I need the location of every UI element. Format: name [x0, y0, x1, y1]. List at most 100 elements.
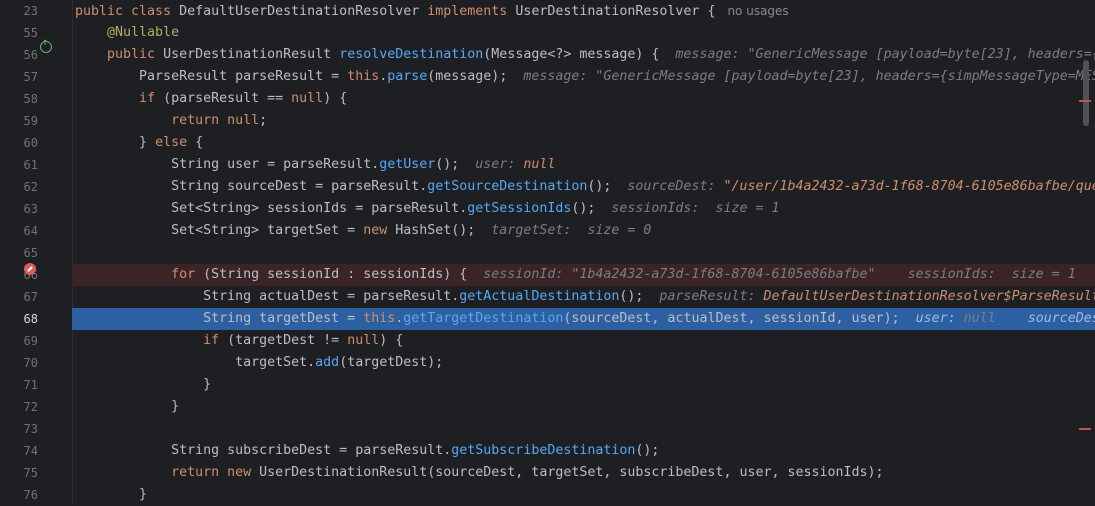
- code-token: getSourceDestination: [427, 179, 588, 194]
- code-line[interactable]: String sourceDest = parseResult.getSourc…: [72, 176, 1095, 198]
- code-line[interactable]: return new UserDestinationResult(sourceD…: [72, 462, 1095, 484]
- line-number[interactable]: 56: [0, 44, 38, 66]
- inline-debug-value[interactable]: parseResult: DefaultUserDestinationResol…: [659, 289, 1095, 304]
- code-line[interactable]: [72, 418, 1095, 440]
- inline-debug-value[interactable]: sourceDest: "/user/1b4a2432-a73d-1f68-87…: [627, 179, 1095, 194]
- line-number[interactable]: 63: [0, 198, 38, 220]
- code-line[interactable]: ParseResult parseResult = this.parse(mes…: [72, 66, 1095, 88]
- override-method-icon[interactable]: [40, 37, 52, 53]
- code-token: (message);: [427, 69, 508, 84]
- code-token: ) {: [323, 91, 348, 106]
- breakpoint-icon[interactable]: [24, 263, 36, 275]
- code-token: for: [75, 267, 204, 282]
- line-gutter[interactable]: 23 55 56 57 58 59 60 61 62 63 64 65 66 67 68 69 70 71 72 73…: [0, 0, 73, 504]
- code-line[interactable]: Set<String> targetSet = new HashSet(); ta…: [72, 220, 1095, 242]
- debug-value-part: null: [963, 311, 1028, 326]
- code-line[interactable]: } else {: [72, 132, 1095, 154]
- code-line[interactable]: @Nullable: [72, 22, 1095, 44]
- code-line[interactable]: return null;: [72, 110, 1095, 132]
- line-number[interactable]: 76: [0, 484, 38, 506]
- code-token: {: [195, 135, 204, 150]
- code-line[interactable]: public UserDestinationResult resolveDest…: [72, 44, 1095, 66]
- line-number[interactable]: 70: [0, 352, 38, 374]
- code-token: (targetDest);: [339, 355, 444, 370]
- line-number[interactable]: 57: [0, 66, 38, 88]
- code-token: implements: [427, 4, 516, 19]
- code-token: String user = parseResult.: [75, 157, 380, 172]
- code-line[interactable]: targetSet.add(targetDest);: [72, 352, 1095, 374]
- inline-debug-value[interactable]: user: null sourceDest: [916, 311, 1095, 326]
- code-area[interactable]: public class DefaultUserDestinationResol…: [72, 0, 1095, 504]
- code-token: ) {: [379, 333, 404, 348]
- line-number[interactable]: 61: [0, 154, 38, 176]
- code-line[interactable]: if (targetDest != null) {: [72, 330, 1095, 352]
- code-token: if: [75, 333, 228, 348]
- line-number[interactable]: 68: [0, 308, 38, 330]
- code-token: return new: [75, 465, 260, 480]
- code-token: }: [75, 135, 156, 150]
- line-number[interactable]: 55: [0, 22, 38, 44]
- code-token: (String sessionId : sessionIds) {: [203, 267, 468, 282]
- code-token: HashSet();: [395, 223, 476, 238]
- error-stripe-marker[interactable]: [1079, 428, 1091, 430]
- code-token: this: [347, 69, 380, 84]
- line-number[interactable]: 73: [0, 418, 38, 440]
- code-token: parse: [387, 69, 428, 84]
- debug-value-part: parseResult:: [659, 289, 764, 304]
- error-stripe-marker[interactable]: [1079, 100, 1091, 102]
- code-token: getActualDestination: [459, 289, 620, 304]
- usage-hint[interactable]: no usages: [727, 4, 788, 18]
- code-token: public class: [75, 4, 180, 19]
- debug-value-part: user:: [915, 311, 964, 326]
- line-number[interactable]: 58: [0, 88, 38, 110]
- inline-debug-value[interactable]: message: "GenericMessage [payload=byte[2…: [523, 69, 1095, 84]
- code-line[interactable]: String user = parseResult.getUser(); user…: [72, 154, 1095, 176]
- code-line[interactable]: String targetDest = this.getTargetDestin…: [72, 308, 1095, 330]
- inline-debug-value[interactable]: message: "GenericMessage [payload=byte[2…: [675, 47, 1095, 62]
- line-number[interactable]: 59: [0, 110, 38, 132]
- code-token: UserDestinationResult: [163, 47, 340, 62]
- code-line[interactable]: Set<String> sessionIds = parseResult.get…: [72, 198, 1095, 220]
- debug-value-part: "GenericMessage [payload=byte[23], heade…: [747, 47, 1095, 62]
- debug-value-part: size = 1: [715, 201, 780, 216]
- code-editor[interactable]: 23 55 56 57 58 59 60 61 62 63 64 65 66 67 68 69 70 71 72 73…: [0, 0, 1095, 504]
- line-number[interactable]: 74: [0, 440, 38, 462]
- code-token: ();: [571, 201, 596, 216]
- line-number[interactable]: 64: [0, 220, 38, 242]
- line-number[interactable]: 67: [0, 286, 38, 308]
- debug-value-part: size = 1: [1011, 267, 1076, 282]
- code-line[interactable]: [72, 242, 1095, 264]
- line-number[interactable]: 72: [0, 396, 38, 418]
- inline-debug-value[interactable]: user: null: [475, 157, 555, 172]
- inline-debug-value[interactable]: targetSet: size = 0: [491, 223, 651, 238]
- code-token: DefaultUserDestinationResolver: [179, 4, 428, 19]
- inline-debug-value[interactable]: sessionIds: size = 1: [611, 201, 779, 216]
- line-number[interactable]: 23: [0, 0, 38, 22]
- line-number[interactable]: 62: [0, 176, 38, 198]
- code-token: null: [347, 333, 380, 348]
- line-number[interactable]: 69: [0, 330, 38, 352]
- code-line[interactable]: }: [72, 374, 1095, 396]
- code-line[interactable]: }: [72, 484, 1095, 504]
- debug-value-part: DefaultUserDestinationResolver$ParseResu…: [763, 289, 1095, 304]
- code-token: }: [75, 377, 212, 392]
- code-line[interactable]: String actualDest = parseResult.getActua…: [72, 286, 1095, 308]
- line-number[interactable]: 75: [0, 462, 38, 484]
- code-line[interactable]: String subscribeDest = parseResult.getSu…: [72, 440, 1095, 462]
- inline-debug-value[interactable]: sessionId: "1b4a2432-a73d-1f68-8704-6105…: [483, 267, 1075, 282]
- line-number[interactable]: 60: [0, 132, 38, 154]
- vertical-scrollbar[interactable]: [1083, 60, 1089, 126]
- line-number[interactable]: 71: [0, 374, 38, 396]
- code-token: }: [75, 399, 180, 414]
- code-line[interactable]: public class DefaultUserDestinationResol…: [72, 0, 1095, 22]
- line-number[interactable]: 65: [0, 242, 38, 264]
- debug-value-part: sourceDest: [1027, 311, 1095, 326]
- code-line[interactable]: }: [72, 396, 1095, 418]
- code-line[interactable]: for (String sessionId : sessionIds) { ses…: [72, 264, 1095, 286]
- code-token: ();: [587, 179, 612, 194]
- code-token: getSubscribeDestination: [451, 443, 636, 458]
- code-token: }: [75, 487, 148, 502]
- code-line[interactable]: if (parseResult == null) {: [72, 88, 1095, 110]
- code-token: public: [75, 47, 164, 62]
- debug-value-part: user:: [475, 157, 524, 172]
